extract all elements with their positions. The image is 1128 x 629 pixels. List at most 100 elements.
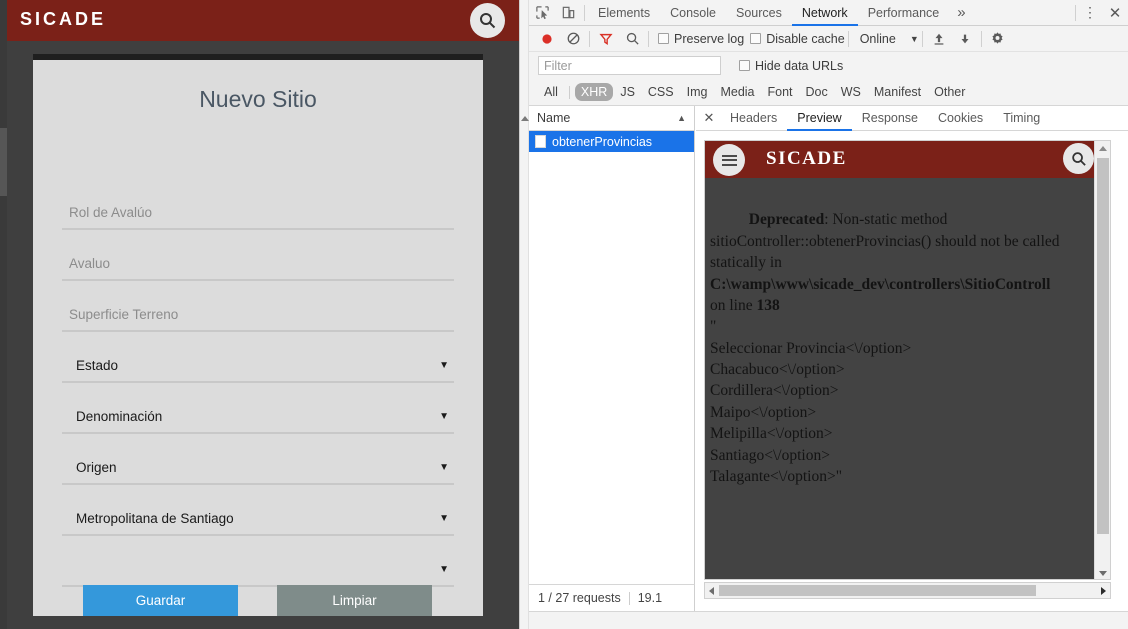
type-filter-ws[interactable]: WS xyxy=(835,83,867,101)
inspect-element-button[interactable] xyxy=(529,0,555,26)
type-filter-xhr[interactable]: XHR xyxy=(574,83,614,101)
deprecated-line-number: 138 xyxy=(756,296,780,314)
field-avaluo[interactable]: Avaluo xyxy=(62,231,454,281)
preview-vscroll-thumb[interactable] xyxy=(1097,158,1109,534)
page-scrollbar-thumb[interactable] xyxy=(0,128,7,196)
preserve-log-checkbox[interactable]: Preserve log xyxy=(658,32,744,46)
filter-input[interactable] xyxy=(538,56,721,75)
type-filter-css[interactable]: CSS xyxy=(642,83,680,101)
toolbar-divider xyxy=(980,30,982,47)
tab-performance[interactable]: Performance xyxy=(858,0,950,26)
request-detail-pane: ✕ Headers Preview Response Cookies Timin… xyxy=(696,106,1128,611)
option-line: Maipo<\/option> xyxy=(710,403,817,421)
import-har-button[interactable] xyxy=(926,26,952,52)
select-provincia[interactable]: ▼ xyxy=(62,537,454,587)
clear-button[interactable]: Limpiar xyxy=(277,585,432,616)
preserve-log-label: Preserve log xyxy=(674,31,745,46)
tab-sources[interactable]: Sources xyxy=(726,0,792,26)
response-quote-open: " xyxy=(710,318,717,336)
type-filter-doc[interactable]: Doc xyxy=(800,83,834,101)
throttling-value: Online xyxy=(859,31,896,46)
checkbox-box xyxy=(658,33,669,44)
toolbar-divider xyxy=(1075,4,1076,21)
tab-preview[interactable]: Preview xyxy=(787,106,852,131)
form-fields: Rol de Avalúo Avaluo Superficie Terreno … xyxy=(33,180,483,587)
column-header-label: Name xyxy=(537,111,571,125)
tab-cookies[interactable]: Cookies xyxy=(928,106,993,131)
scroll-up-icon[interactable] xyxy=(1099,146,1107,151)
field-rol-de-avaluo[interactable]: Rol de Avalúo xyxy=(62,180,454,230)
device-toolbar-icon xyxy=(562,6,574,19)
scroll-down-icon[interactable] xyxy=(1099,571,1107,576)
type-filter-font[interactable]: Font xyxy=(762,83,799,101)
preview-menu-button[interactable] xyxy=(713,144,745,176)
tab-elements[interactable]: Elements xyxy=(588,0,660,26)
devtools-menu-button[interactable]: ⋮ xyxy=(1079,4,1101,21)
search-icon xyxy=(480,13,496,29)
select-estado[interactable]: Estado ▼ xyxy=(62,333,454,383)
checkbox-box xyxy=(739,60,750,71)
option-line: Santiago<\/option> xyxy=(710,446,830,464)
field-superficie-terreno[interactable]: Superficie Terreno xyxy=(62,282,454,332)
scroll-left-icon[interactable] xyxy=(709,587,714,595)
request-name: obtenerProvincias xyxy=(552,134,653,149)
filter-toggle-button[interactable] xyxy=(593,26,619,52)
chevron-down-icon: ▼ xyxy=(439,513,449,524)
clear-button[interactable] xyxy=(560,26,586,52)
column-header-name[interactable]: Name ▲ xyxy=(529,106,694,131)
preview-search-button[interactable] xyxy=(1063,143,1094,174)
select-value: Origen xyxy=(76,460,117,475)
hide-data-urls-checkbox[interactable]: Hide data URLs xyxy=(739,59,843,73)
throttling-select[interactable]: Online ▼ xyxy=(860,32,919,46)
devtools-left-gutter xyxy=(520,0,529,629)
close-devtools-button[interactable]: ✕ xyxy=(1101,4,1128,22)
tab-network[interactable]: Network xyxy=(791,0,858,26)
record-button[interactable] xyxy=(534,26,560,52)
field-placeholder: Superficie Terreno xyxy=(69,307,179,322)
type-filter-img[interactable]: Img xyxy=(681,83,714,101)
preview-hscroll-thumb[interactable] xyxy=(719,585,1036,596)
app-search-button[interactable] xyxy=(470,3,505,38)
type-filter-other[interactable]: Other xyxy=(928,83,971,101)
option-line: Chacabuco<\/option> xyxy=(710,361,845,378)
save-button[interactable]: Guardar xyxy=(83,585,238,616)
more-tabs-button[interactable]: » xyxy=(949,4,973,21)
option-line: Seleccionar Provincia<\/option> xyxy=(710,339,912,357)
toolbar-divider xyxy=(648,30,649,47)
tab-timing[interactable]: Timing xyxy=(993,106,1050,131)
type-filter-js[interactable]: JS xyxy=(614,83,641,101)
page-vertical-scrollbar[interactable] xyxy=(0,0,7,629)
tab-response[interactable]: Response xyxy=(852,106,928,131)
settings-button[interactable] xyxy=(985,26,1011,52)
scroll-right-icon[interactable] xyxy=(1101,587,1106,595)
option-line: Melipilla<\/option> xyxy=(710,425,833,443)
export-har-button[interactable] xyxy=(952,26,978,52)
type-filter-media[interactable]: Media xyxy=(714,83,760,101)
table-row[interactable]: obtenerProvincias xyxy=(529,131,694,152)
close-detail-button[interactable]: ✕ xyxy=(698,110,720,126)
chevron-down-icon: ▼ xyxy=(439,564,449,575)
deprecated-line-prefix: on line xyxy=(710,296,757,314)
filter-icon xyxy=(599,33,613,45)
network-filter-bar: Hide data URLs xyxy=(529,52,1128,79)
sort-ascending-icon: ▲ xyxy=(677,113,686,123)
select-denominacion[interactable]: Denominación ▼ xyxy=(62,384,454,434)
field-placeholder: Rol de Avalúo xyxy=(69,205,153,220)
tab-console[interactable]: Console xyxy=(660,0,726,26)
tab-headers[interactable]: Headers xyxy=(720,106,787,131)
transferred-size: 19.1 xyxy=(637,591,663,605)
select-region[interactable]: Metropolitana de Santiago ▼ xyxy=(62,486,454,536)
preview-vertical-scrollbar[interactable] xyxy=(1094,141,1110,579)
select-value: Metropolitana de Santiago xyxy=(76,511,234,526)
type-filter-manifest[interactable]: Manifest xyxy=(868,83,927,101)
preview-app-header: SICADE xyxy=(705,141,1110,178)
device-toolbar-button[interactable] xyxy=(555,0,581,26)
type-filter-all[interactable]: All xyxy=(538,83,564,101)
disable-cache-checkbox[interactable]: Disable cache xyxy=(750,32,845,46)
preview-brand: SICADE xyxy=(766,148,847,169)
browser-page-pane: SICADE Nuevo Sitio Rol de Avalúo Avaluo … xyxy=(0,0,519,629)
search-button[interactable] xyxy=(619,26,645,52)
preview-horizontal-scrollbar[interactable] xyxy=(704,582,1111,599)
gear-icon xyxy=(992,32,1003,44)
select-origen[interactable]: Origen ▼ xyxy=(62,435,454,485)
